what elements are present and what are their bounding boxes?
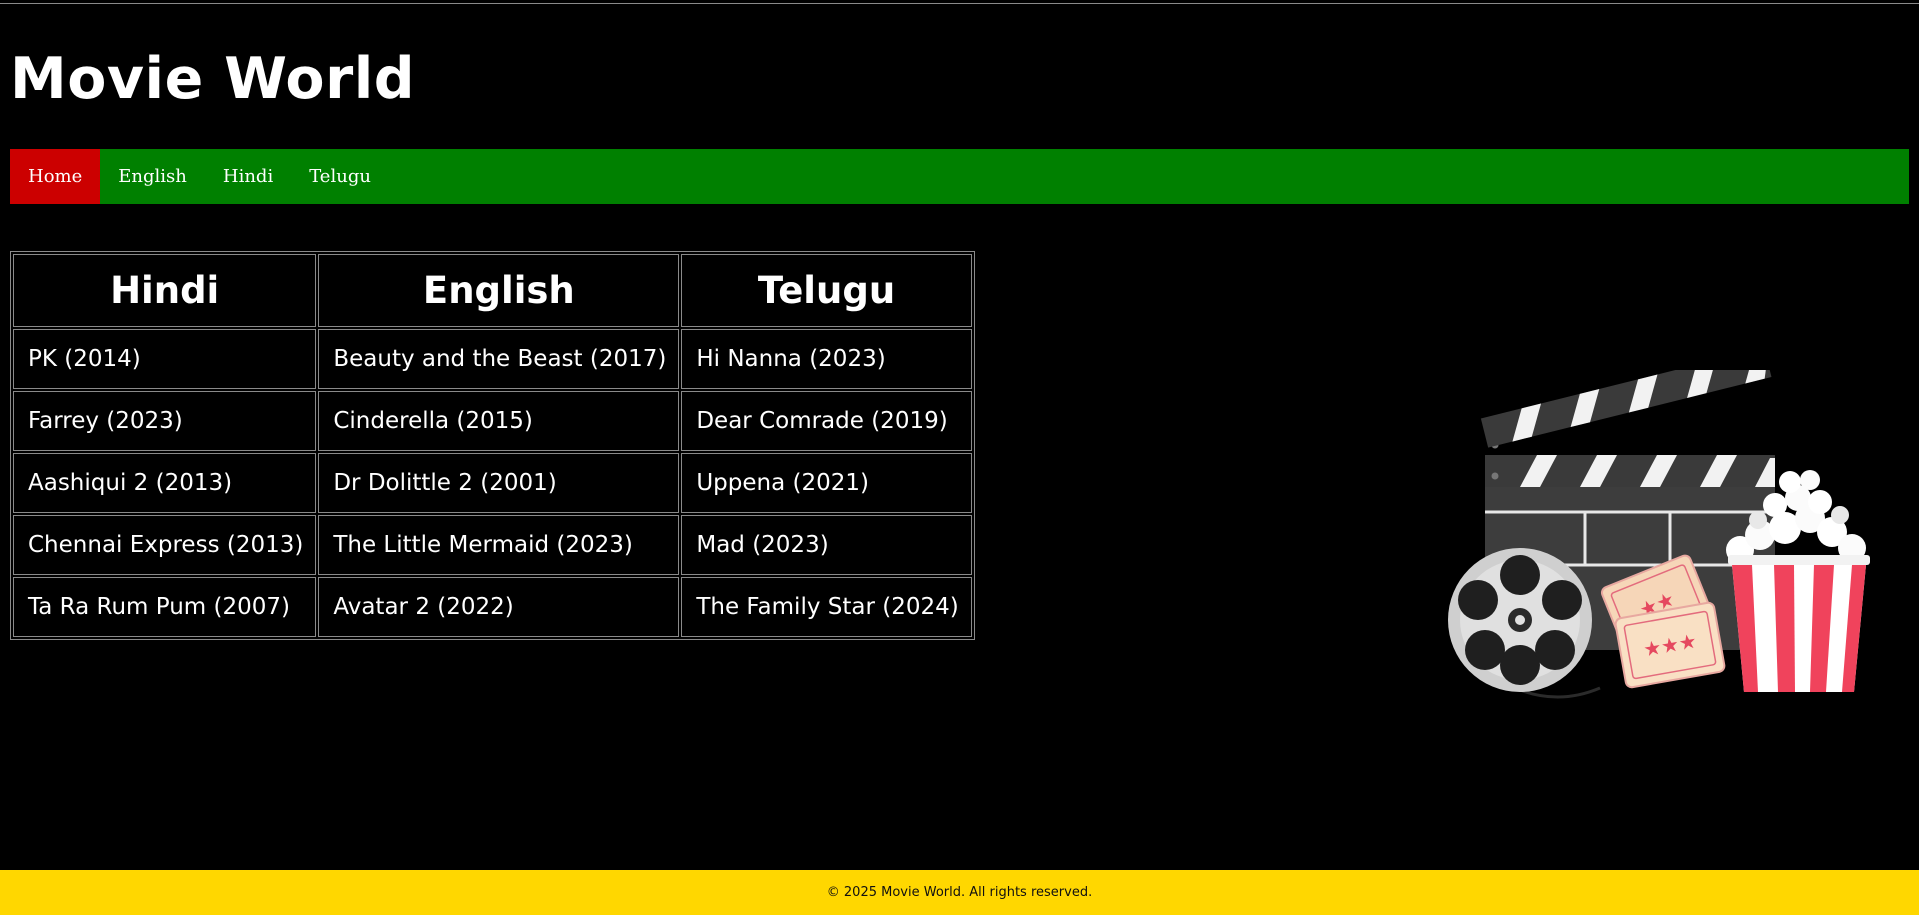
top-divider <box>0 3 1919 4</box>
table-cell: The Little Mermaid (2023) <box>318 515 680 575</box>
table-cell: Farrey (2023) <box>13 391 317 451</box>
table-cell: Chennai Express (2013) <box>13 515 317 575</box>
copyright-text: © 2025 Movie World. All rights reserved. <box>826 885 1093 900</box>
table-row: PK (2014) Beauty and the Beast (2017) Hi… <box>13 329 972 389</box>
table-cell: Dear Comrade (2019) <box>681 391 972 451</box>
table-row: Ta Ra Rum Pum (2007) Avatar 2 (2022) The… <box>13 577 972 637</box>
table-cell: Mad (2023) <box>681 515 972 575</box>
table-cell: The Family Star (2024) <box>681 577 972 637</box>
nav-item-hindi[interactable]: Hindi <box>205 149 291 204</box>
table-cell: Aashiqui 2 (2013) <box>13 453 317 513</box>
table-row: Chennai Express (2013) The Little Mermai… <box>13 515 972 575</box>
table-row: Aashiqui 2 (2013) Dr Dolittle 2 (2001) U… <box>13 453 972 513</box>
footer: © 2025 Movie World. All rights reserved. <box>0 870 1919 915</box>
nav-item-telugu[interactable]: Telugu <box>291 149 389 204</box>
table-cell: Dr Dolittle 2 (2001) <box>318 453 680 513</box>
site-title: Movie World <box>10 46 416 112</box>
table-cell: Avatar 2 (2022) <box>318 577 680 637</box>
nav-bar: Home English Hindi Telugu <box>10 149 1909 204</box>
table-cell: Ta Ra Rum Pum (2007) <box>13 577 317 637</box>
table-cell: Uppena (2021) <box>681 453 972 513</box>
nav-item-home[interactable]: Home <box>10 149 101 204</box>
page: Movie World Home English Hindi Telugu Hi… <box>0 0 1919 915</box>
column-header-english: English <box>318 254 680 327</box>
column-header-hindi: Hindi <box>13 254 317 327</box>
table-cell: PK (2014) <box>13 329 317 389</box>
table-header-row: Hindi English Telugu <box>13 254 972 327</box>
nav-item-english[interactable]: English <box>100 149 205 204</box>
movies-table: Hindi English Telugu PK (2014) Beauty an… <box>10 251 975 640</box>
table-cell: Beauty and the Beast (2017) <box>318 329 680 389</box>
column-header-telugu: Telugu <box>681 254 972 327</box>
table-cell: Cinderella (2015) <box>318 391 680 451</box>
table-row: Farrey (2023) Cinderella (2015) Dear Com… <box>13 391 972 451</box>
cinema-illustration: ★★ ★★★ <box>1448 370 1870 699</box>
table-cell: Hi Nanna (2023) <box>681 329 972 389</box>
